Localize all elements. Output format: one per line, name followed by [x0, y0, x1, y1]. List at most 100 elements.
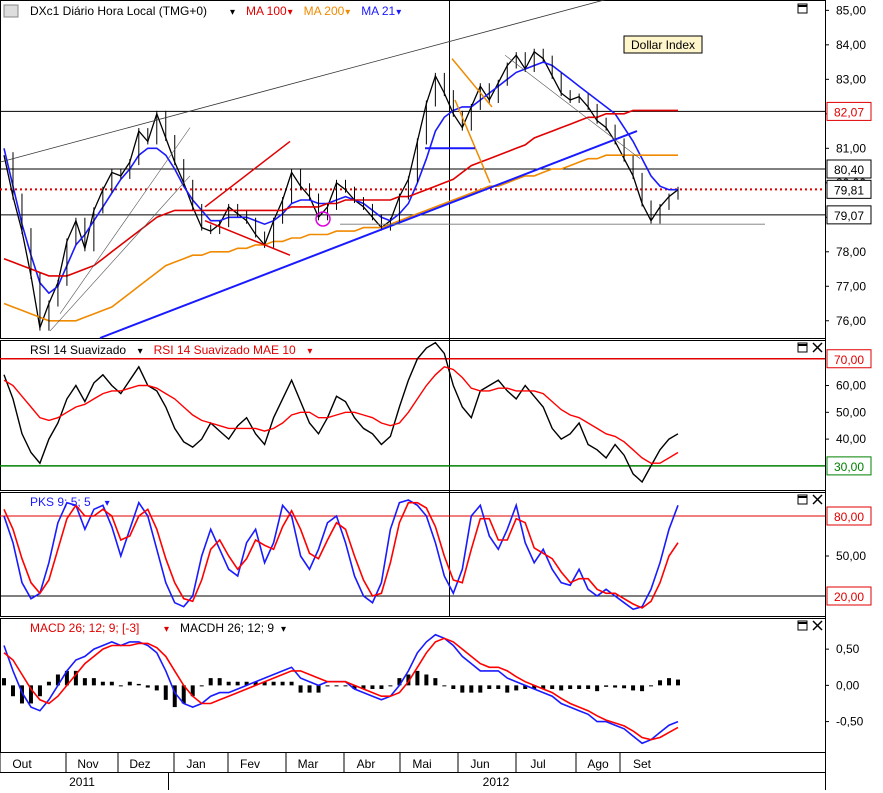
macd-histogram-bar — [640, 685, 645, 692]
price-tick-label: 83,00 — [836, 72, 866, 86]
macd-histogram-bar — [136, 683, 141, 686]
price-level-label: 80,40 — [834, 163, 864, 177]
macd-histogram-bar — [2, 678, 6, 686]
annotation-label: Dollar Index — [631, 38, 695, 52]
pks-legend-dropdown-icon[interactable]: ▾ — [105, 498, 110, 509]
price-series-ma-200 — [3, 154, 678, 322]
time-axis-month-label: Ago — [587, 757, 609, 771]
macd-maximize-button[interactable] — [797, 620, 808, 631]
macd-histogram-bar — [307, 685, 312, 693]
macd-histogram-bar — [451, 685, 456, 689]
trendline-blue-support — [99, 130, 638, 339]
time-axis-month-label: Mar — [298, 757, 319, 771]
macd-histogram-bar — [586, 685, 591, 689]
macd-histogram-bar — [154, 685, 159, 691]
price-series-ma-100 — [3, 109, 678, 277]
rsi-level-label: 70,00 — [834, 353, 864, 367]
price-legend-dropdown-icon[interactable]: ▾ — [345, 7, 350, 18]
price-legend-dropdown-icon[interactable]: ▾ — [288, 7, 293, 18]
macd-legend-item: MACDH 26; 12; 9 — [180, 621, 274, 635]
macd-histogram-bar — [595, 685, 600, 692]
macd-histogram-bar — [550, 685, 555, 689]
axis-layer: 76,0077,0078,0079,0080,0081,0082,0083,00… — [0, 3, 872, 790]
panel-frame-macd — [0, 618, 826, 753]
macd-histogram-bar — [658, 680, 663, 686]
macd-histogram-bar — [379, 685, 384, 689]
macd-histogram-bar — [676, 679, 680, 686]
trendline-gray-a — [49, 175, 191, 332]
rsi-tick-label: 60,00 — [836, 379, 866, 393]
macd-histogram-bar — [127, 681, 132, 686]
macd-histogram-bar — [217, 678, 222, 686]
price-legend-item: MA 200 — [304, 4, 345, 18]
macd-histogram-bar — [622, 685, 627, 689]
macd-histogram-bar — [82, 678, 87, 686]
macd-legend-item: MACD 26; 12; 9; [-3] — [30, 621, 139, 635]
macd-histogram-bar — [91, 678, 96, 686]
rsi-legend-dropdown-icon[interactable]: ▾ — [307, 346, 312, 357]
panel-frame-pks — [0, 492, 826, 617]
macd-histogram-bar — [100, 681, 105, 686]
price-tick-label: 81,00 — [836, 141, 866, 155]
rsi-tick-label: 50,00 — [836, 405, 866, 419]
macd-histogram-bar — [334, 685, 339, 687]
macd-histogram-bar — [460, 685, 465, 693]
time-axis-month-label: Set — [633, 757, 652, 771]
pks-legend-item: PKS 9; 5; 5 — [30, 495, 91, 509]
macd-histogram-bar — [343, 685, 348, 687]
price-maximize-button[interactable] — [797, 3, 808, 14]
rsi-legend-item: RSI 14 Suavizado — [30, 343, 126, 357]
price-tick-label: 85,00 — [836, 3, 866, 17]
rsi-series-0 — [3, 341, 679, 484]
time-axis-month-label: Jul — [530, 757, 545, 771]
macd-histogram-bar — [109, 681, 114, 686]
rsi-series-1 — [3, 366, 679, 464]
rsi-legend-item: RSI 14 Suavizado MAE 10 — [154, 343, 296, 357]
price-legend-dropdown-icon[interactable]: ▾ — [396, 7, 401, 18]
macd-histogram-bar — [505, 685, 510, 693]
macd-histogram-bar — [370, 685, 375, 689]
macd-histogram-bar — [10, 685, 15, 697]
macd-close-button[interactable] — [812, 620, 823, 631]
macd-histogram-bar — [667, 678, 672, 686]
rsi-maximize-button[interactable] — [797, 342, 808, 353]
macd-histogram-bar — [577, 685, 582, 689]
panel-frame-rsi — [0, 340, 826, 491]
time-axis-month-label: Jan — [186, 757, 205, 771]
price-legend-item: MA 100 — [246, 4, 287, 18]
rsi-legend-dropdown-icon[interactable]: ▾ — [138, 346, 143, 357]
pks-close-button[interactable] — [812, 494, 823, 505]
price-tick-label: 78,00 — [836, 245, 866, 259]
price-legend-dropdown-icon[interactable]: ▾ — [230, 7, 235, 18]
trendline-red-upper — [204, 140, 291, 208]
pks-series-1 — [3, 501, 679, 609]
macd-histogram-bar — [46, 681, 51, 686]
macd-histogram-bar — [163, 685, 168, 700]
macd-series-0 — [3, 633, 679, 745]
time-axis-year-label: 2012 — [483, 775, 510, 789]
macd-histogram-bar — [145, 685, 150, 688]
macd-histogram-bar — [478, 685, 483, 693]
macd-histogram-bar — [442, 685, 447, 687]
chart-window: 76,0077,0078,0079,0080,0081,0082,0083,00… — [0, 0, 883, 790]
trendline-upper-channel — [0, 0, 606, 163]
macd-histogram-bar — [316, 685, 321, 693]
pks-maximize-button[interactable] — [797, 494, 808, 505]
macd-tick-label: 0,50 — [836, 642, 860, 656]
macd-legend-dropdown-icon[interactable]: ▾ — [281, 624, 286, 635]
macd-histogram-bar — [649, 685, 654, 687]
macd-histogram-bar — [631, 685, 636, 691]
macd-histogram-bar — [604, 685, 609, 687]
time-axis-month-label: Mai — [412, 757, 431, 771]
macd-histogram-bar — [433, 678, 438, 686]
rsi-close-button[interactable] — [812, 342, 823, 353]
macd-histogram-bar — [226, 681, 231, 686]
macd-histogram-bar — [514, 685, 519, 691]
macd-tick-label: -0,50 — [836, 715, 864, 729]
macd-histogram-bar — [424, 674, 429, 686]
macd-legend-dropdown-icon[interactable]: ▾ — [164, 624, 169, 635]
price-logo-icon — [3, 4, 19, 18]
macd-series-1 — [3, 637, 679, 741]
time-axis-month-label: Dez — [129, 757, 150, 771]
macd-histogram-bar — [289, 681, 294, 686]
